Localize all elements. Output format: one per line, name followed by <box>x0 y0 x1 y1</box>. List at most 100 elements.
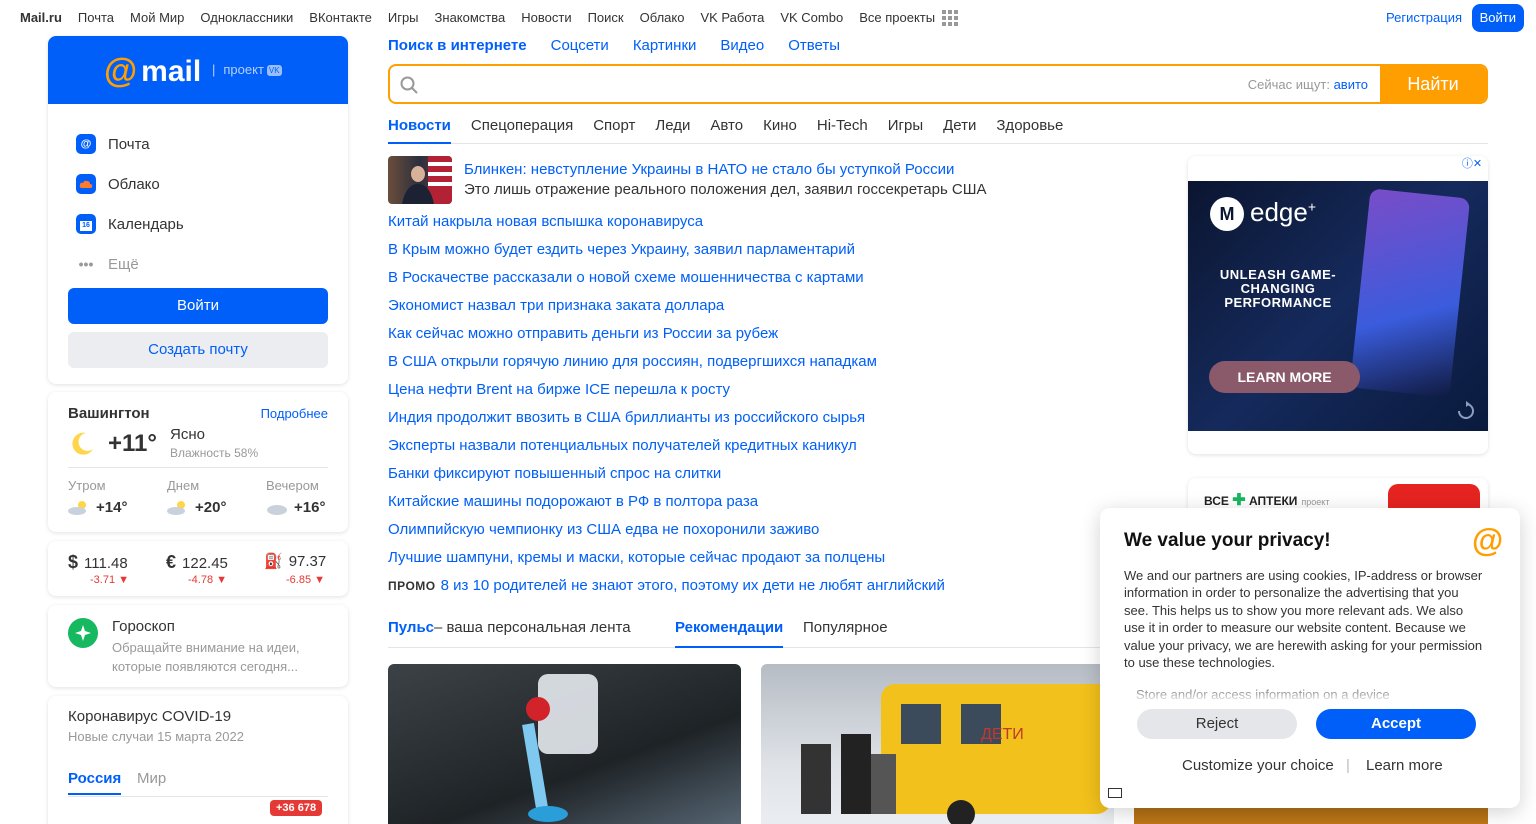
nav-link-moi-mir[interactable]: Мой Мир <box>130 10 184 25</box>
nav-link-ok[interactable]: Одноклассники <box>200 10 293 25</box>
nav-link-vk[interactable]: ВКонтакте <box>309 10 372 25</box>
tab-kino[interactable]: Кино <box>763 117 797 144</box>
ad-learn-more-button[interactable]: LEARN MORE <box>1209 361 1360 393</box>
news-tabs: Новости Спецоперация Спорт Леди Авто Кин… <box>388 117 1488 144</box>
apps-grid-icon[interactable] <box>942 10 958 26</box>
weather-more-link[interactable]: Подробнее <box>261 406 328 421</box>
accept-button[interactable]: Accept <box>1316 709 1476 739</box>
replay-icon[interactable] <box>1456 401 1476 421</box>
language-flag-icon[interactable] <box>1108 788 1122 798</box>
register-link[interactable]: Регистрация <box>1386 10 1462 25</box>
nav-link-search[interactable]: Поиск <box>588 10 624 25</box>
news-item[interactable]: Банки фиксируют повышенный спрос на слит… <box>388 465 885 493</box>
search-icon <box>400 76 418 94</box>
learn-more-link[interactable]: Learn more <box>1366 757 1443 774</box>
nav-link-games[interactable]: Игры <box>388 10 419 25</box>
rate-eur[interactable]: €122.45 -4.78 ▼ <box>166 552 228 586</box>
at-logo-icon: @ <box>104 52 138 90</box>
news-item[interactable]: В Крым можно будет ездить через Украину,… <box>388 241 885 269</box>
nav-link-pochta[interactable]: Почта <box>78 10 114 25</box>
tab-games[interactable]: Игры <box>888 117 923 144</box>
service-cloud[interactable]: Облако <box>76 164 184 204</box>
service-mail[interactable]: @ Почта <box>76 124 184 164</box>
create-mail-button[interactable]: Создать почту <box>68 332 328 368</box>
tab-lady[interactable]: Леди <box>655 117 690 144</box>
tab-search-web[interactable]: Поиск в интернете <box>388 37 527 54</box>
news-item[interactable]: Китай накрыла новая вспышка коронавируса <box>388 213 885 241</box>
weather-day: Днем +20° <box>167 478 227 516</box>
ad-info-close-icon[interactable]: ⓘ✕ <box>1456 156 1488 172</box>
nav-link-cloud[interactable]: Облако <box>640 10 685 25</box>
services-list: @ Почта Облако 16 Календарь ••• Ещё <box>76 124 184 284</box>
lead-news-image[interactable] <box>388 156 452 204</box>
mail-logo[interactable]: @ mail <box>104 52 201 91</box>
tab-search-images[interactable]: Картинки <box>633 37 697 54</box>
nav-link-vk-combo[interactable]: VK Combo <box>780 10 843 25</box>
nav-link-all-projects[interactable]: Все проекты <box>859 10 935 25</box>
ad-brand: Medge+ <box>1210 197 1316 232</box>
tab-recommendations[interactable]: Рекомендации <box>675 619 784 648</box>
ad-banner-motorola[interactable]: Medge+ UNLEASH GAME-CHANGING PERFORMANCE… <box>1188 156 1488 454</box>
news-item[interactable]: Лучшие шампуни, кремы и маски, которые с… <box>388 549 885 577</box>
tab-search-answers[interactable]: Ответы <box>788 37 840 54</box>
pulse-brand[interactable]: Пульс <box>388 619 434 636</box>
lead-news-subtitle: Это лишь отражение реального положения д… <box>464 181 987 198</box>
news-item[interactable]: Как сейчас можно отправить деньги из Рос… <box>388 325 885 353</box>
covid-card: Коронавирус COVID-19 Новые случаи 15 мар… <box>48 696 348 824</box>
euro-icon: € <box>166 552 177 572</box>
promo-link[interactable]: 8 из 10 родителей не знают этого, поэтом… <box>441 577 945 594</box>
news-item[interactable]: Экономист назвал три признака заката дол… <box>388 297 885 325</box>
news-item[interactable]: В США открыли горячую линию для россиян,… <box>388 353 885 381</box>
pulse-desc: – ваша персональная лента <box>434 619 631 636</box>
tab-sport[interactable]: Спорт <box>593 117 635 144</box>
mail-icon: @ <box>76 134 96 154</box>
tab-world[interactable]: Мир <box>137 770 166 787</box>
nav-link-vk-work[interactable]: VK Работа <box>700 10 764 25</box>
search-button[interactable]: Найти <box>1380 66 1486 102</box>
tab-health[interactable]: Здоровье <box>996 117 1063 144</box>
tab-popular[interactable]: Популярное <box>803 619 888 636</box>
currency-rates-card[interactable]: $111.48 -3.71 ▼ €122.45 -4.78 ▼ ⛽ 97.37 -… <box>48 541 348 596</box>
rate-usd[interactable]: $111.48 -3.71 ▼ <box>68 552 129 586</box>
tab-hitech[interactable]: Hi-Tech <box>817 117 868 144</box>
cross-icon: ✚ <box>1232 492 1246 509</box>
feed-card-image[interactable]: ДЕТИ <box>761 664 1114 824</box>
lead-news-title[interactable]: Блинкен: невступление Украины в НАТО не … <box>464 161 954 178</box>
search-hint-link[interactable]: авито <box>1334 77 1368 92</box>
horoscope-card[interactable]: Гороскоп Обращайте внимание на идеи, кот… <box>48 605 348 687</box>
nav-link-news[interactable]: Новости <box>521 10 571 25</box>
tab-special-op[interactable]: Спецоперация <box>471 117 573 144</box>
brand-link[interactable]: Mail.ru <box>20 10 62 25</box>
tab-news[interactable]: Новости <box>388 117 451 144</box>
search-box: Сейчас ищут: авито Найти <box>388 64 1488 104</box>
reject-button[interactable]: Reject <box>1137 709 1297 739</box>
search-input[interactable] <box>430 66 1230 102</box>
news-item[interactable]: Китайские машины подорожают в РФ в полто… <box>388 493 885 521</box>
weather-city: Вашингтон <box>68 405 150 422</box>
mail-card: @ mail | проект VK @ Почта Облако 16 Кален… <box>48 36 348 384</box>
moon-icon <box>72 432 93 455</box>
ad-creative[interactable]: Medge+ UNLEASH GAME-CHANGING PERFORMANCE… <box>1188 181 1488 431</box>
tab-auto[interactable]: Авто <box>710 117 743 144</box>
weather-card[interactable]: Вашингтон Подробнее +11° Ясно Влажность … <box>48 392 348 532</box>
service-more[interactable]: ••• Ещё <box>76 244 184 284</box>
feed-card-image[interactable] <box>388 664 741 824</box>
news-item[interactable]: Эксперты назвали потенциальных получател… <box>388 437 885 465</box>
news-item[interactable]: Индия продолжит ввозить в США бриллианты… <box>388 409 885 437</box>
login-button[interactable]: Войти <box>68 288 328 324</box>
customize-choice-link[interactable]: Customize your choice <box>1182 757 1334 774</box>
tab-russia[interactable]: Россия <box>68 770 122 795</box>
nav-link-dating[interactable]: Знакомства <box>435 10 506 25</box>
news-item[interactable]: В Роскачестве рассказали о новой схеме м… <box>388 269 885 297</box>
promo-item[interactable]: ПРОМО 8 из 10 родителей не знают этого, п… <box>388 577 945 594</box>
service-calendar[interactable]: 16 Календарь <box>76 204 184 244</box>
tab-kids[interactable]: Дети <box>943 117 976 144</box>
mail-header: @ mail | проект VK <box>48 36 348 104</box>
news-item[interactable]: Цена нефти Brent на бирже ICE перешла к … <box>388 381 885 409</box>
divider <box>68 796 328 797</box>
news-item[interactable]: Олимпийскую чемпионку из США едва не пох… <box>388 521 885 549</box>
top-login-button[interactable]: Войти <box>1471 4 1524 32</box>
tab-search-video[interactable]: Видео <box>720 37 764 54</box>
tab-search-social[interactable]: Соцсети <box>551 37 609 54</box>
rate-oil[interactable]: ⛽ 97.37 -6.85 ▼ <box>264 552 326 586</box>
